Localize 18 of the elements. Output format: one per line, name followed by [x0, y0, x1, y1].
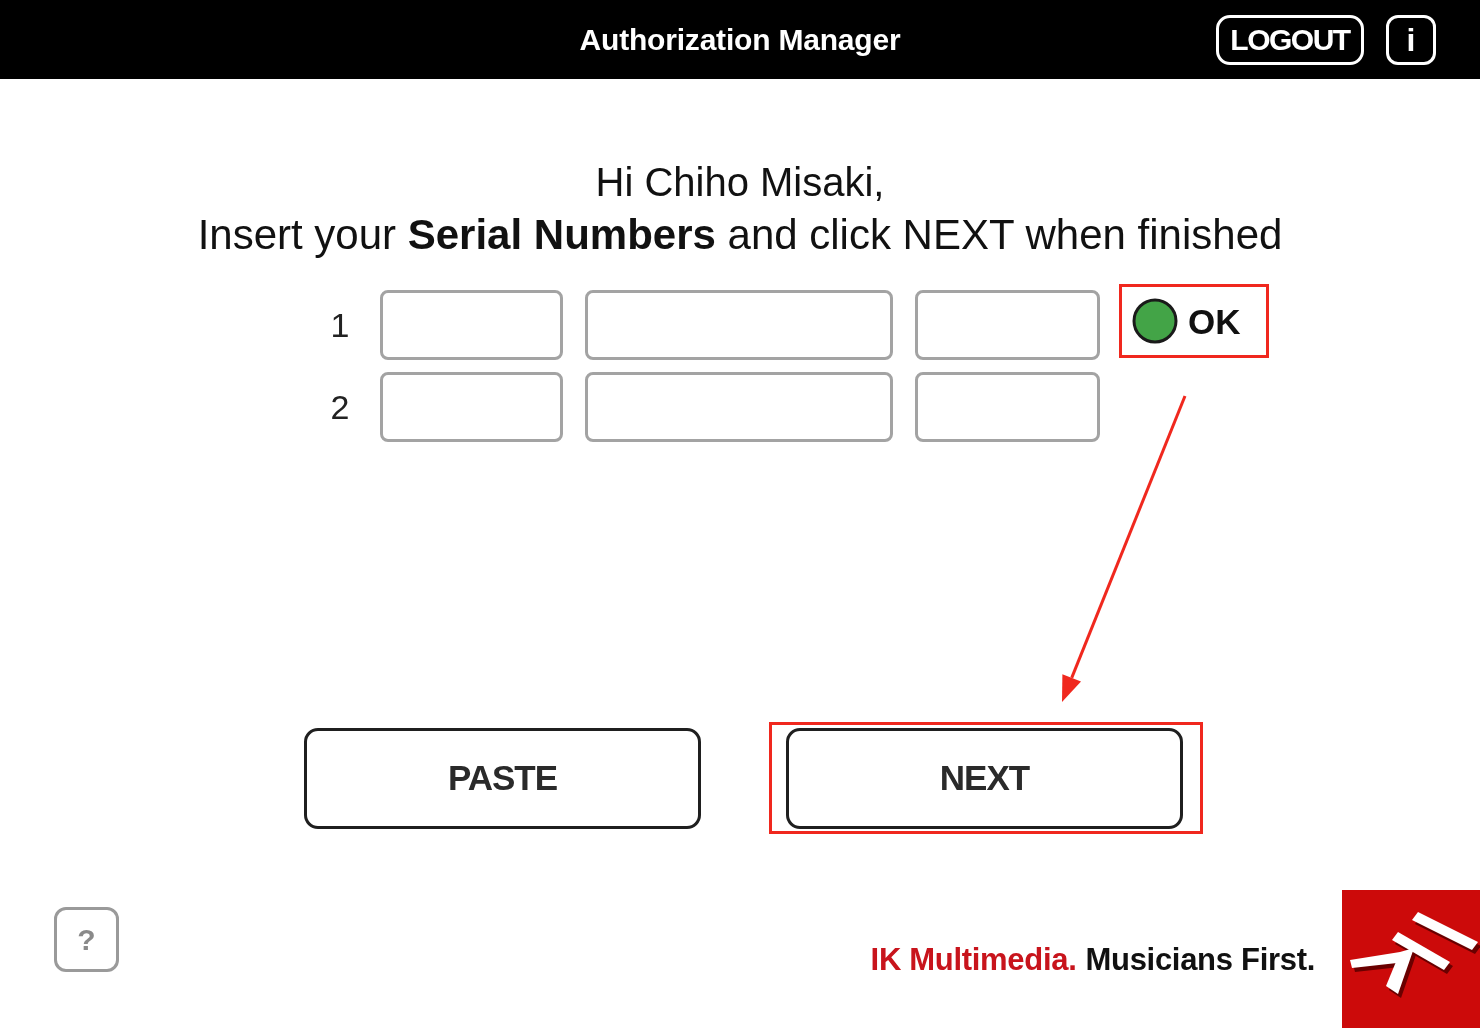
- instruction-text: Insert your Serial Numbers and click NEXT when finished: [197, 210, 1283, 260]
- serial-input-field[interactable]: [380, 372, 563, 442]
- window-title: Authorization Manager: [579, 22, 901, 58]
- greeting-text: Hi Chiho Misaki,: [595, 159, 885, 205]
- serial-input-field[interactable]: [380, 290, 563, 360]
- status-label: OK: [1188, 303, 1241, 339]
- row-number: 2: [329, 390, 351, 424]
- serial-input-field[interactable]: [915, 290, 1100, 360]
- paste-button[interactable]: PASTE: [304, 728, 701, 829]
- slogan: Musicians First.: [1085, 942, 1315, 978]
- serial-input-field[interactable]: [585, 372, 893, 442]
- brand-name: IK Multimedia.: [870, 942, 1077, 978]
- info-button[interactable]: i: [1386, 14, 1436, 65]
- serial-input-field[interactable]: [915, 372, 1100, 442]
- serial-input-field[interactable]: [585, 290, 893, 360]
- row-number: 1: [329, 308, 351, 342]
- next-button[interactable]: NEXT: [786, 728, 1183, 829]
- logout-button[interactable]: LOGOUT: [1216, 14, 1364, 65]
